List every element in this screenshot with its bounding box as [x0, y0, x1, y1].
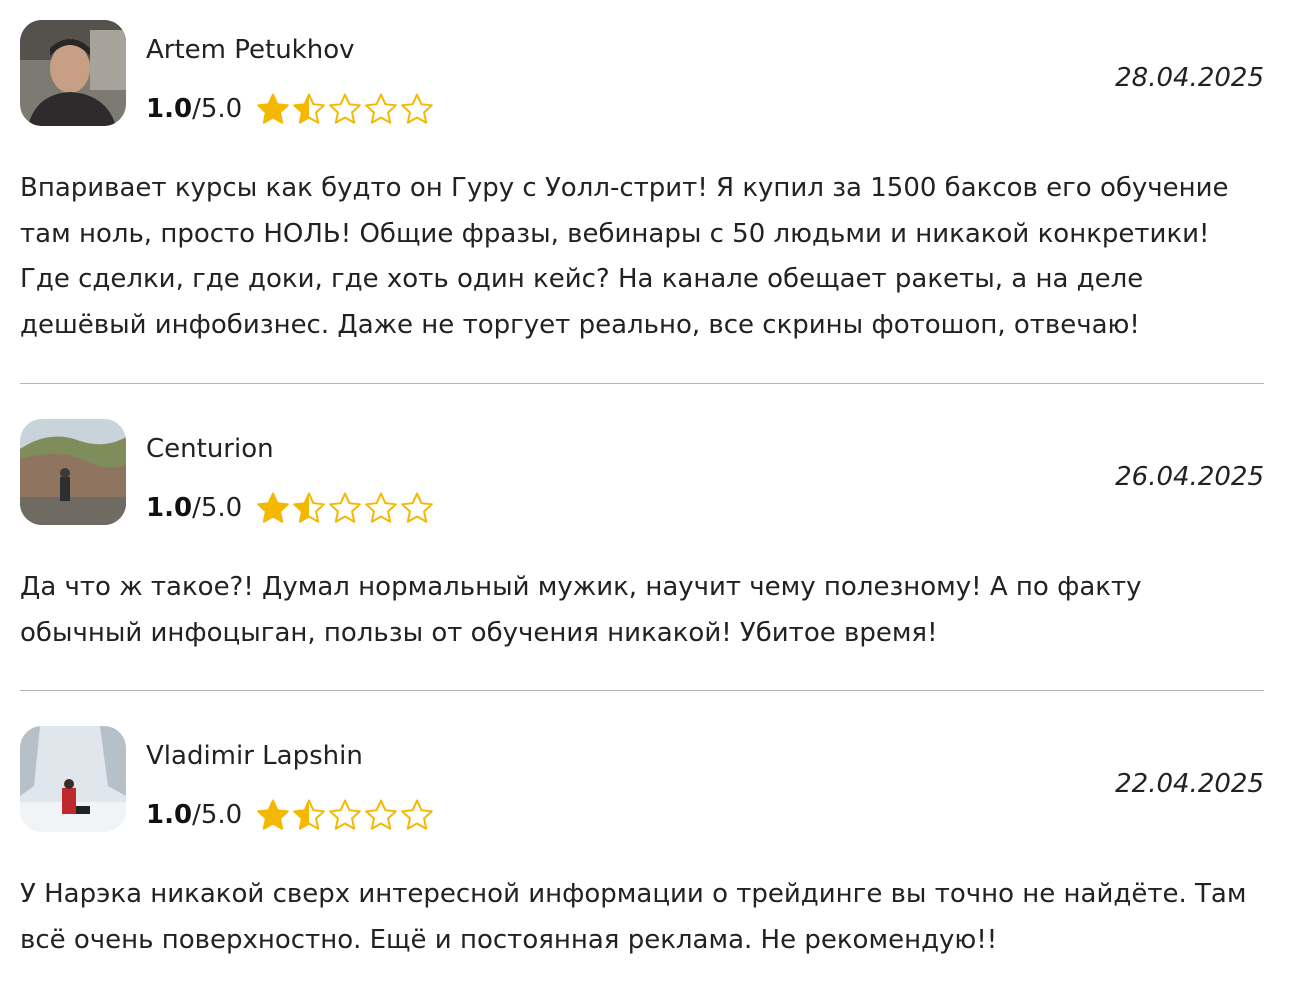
review-date: 28.04.2025: [1115, 63, 1264, 93]
rating: 1.0/5.0: [146, 798, 434, 832]
review-header: Centurion 1.0/5.0 26.04.2025: [20, 419, 1264, 525]
avatar: [20, 20, 126, 126]
review-header: Artem Petukhov 1.0/5.0 28.04.2025: [20, 20, 1264, 126]
review-header: Vladimir Lapshin 1.0/5.0 22.04.2025: [20, 726, 1264, 832]
star-rating: [256, 491, 434, 525]
star-empty-icon: [365, 93, 398, 124]
author-name: Centurion: [146, 434, 274, 464]
divider: [20, 383, 1264, 384]
star-full-icon: [257, 93, 290, 124]
rating: 1.0/5.0: [146, 92, 434, 126]
rating-max: /5.0: [192, 94, 243, 124]
divider: [20, 690, 1264, 691]
rating-max: /5.0: [192, 493, 243, 523]
star-rating: [256, 92, 434, 126]
star-empty-icon: [329, 93, 362, 124]
star-half-icon: [293, 799, 326, 830]
author-name: Vladimir Lapshin: [146, 741, 363, 771]
review-item: Artem Petukhov 1.0/5.0 28.04.2025 Впарив…: [20, 20, 1264, 348]
review-text: У Нарэка никакой сверх интересной информ…: [20, 879, 1247, 955]
star-empty-icon: [329, 492, 362, 523]
avatar: [20, 726, 126, 832]
star-empty-icon: [401, 93, 434, 124]
rating-score: 1.0: [146, 94, 193, 124]
review-text: Впаривает курсы как будто он Гуру с Уолл…: [20, 173, 1229, 340]
review-item: Centurion 1.0/5.0 26.04.2025 Да что ж та…: [20, 419, 1264, 656]
star-full-icon: [257, 799, 290, 830]
author-name: Artem Petukhov: [146, 35, 355, 65]
avatar: [20, 419, 126, 525]
star-full-icon: [257, 492, 290, 523]
star-empty-icon: [401, 492, 434, 523]
star-rating: [256, 798, 434, 832]
star-empty-icon: [365, 492, 398, 523]
rating-score: 1.0: [146, 800, 193, 830]
review-text: Да что ж такое?! Думал нормальный мужик,…: [20, 572, 1142, 648]
star-empty-icon: [365, 799, 398, 830]
star-half-icon: [293, 492, 326, 523]
star-empty-icon: [401, 799, 434, 830]
review-date: 26.04.2025: [1115, 462, 1264, 492]
review-item: Vladimir Lapshin 1.0/5.0 22.04.2025 У На…: [20, 726, 1264, 963]
rating: 1.0/5.0: [146, 491, 434, 525]
star-half-icon: [293, 93, 326, 124]
rating-max: /5.0: [192, 800, 243, 830]
rating-score: 1.0: [146, 493, 193, 523]
star-empty-icon: [329, 799, 362, 830]
reviews-list: Artem Petukhov 1.0/5.0 28.04.2025 Впарив…: [0, 0, 1314, 989]
review-date: 22.04.2025: [1115, 769, 1264, 799]
